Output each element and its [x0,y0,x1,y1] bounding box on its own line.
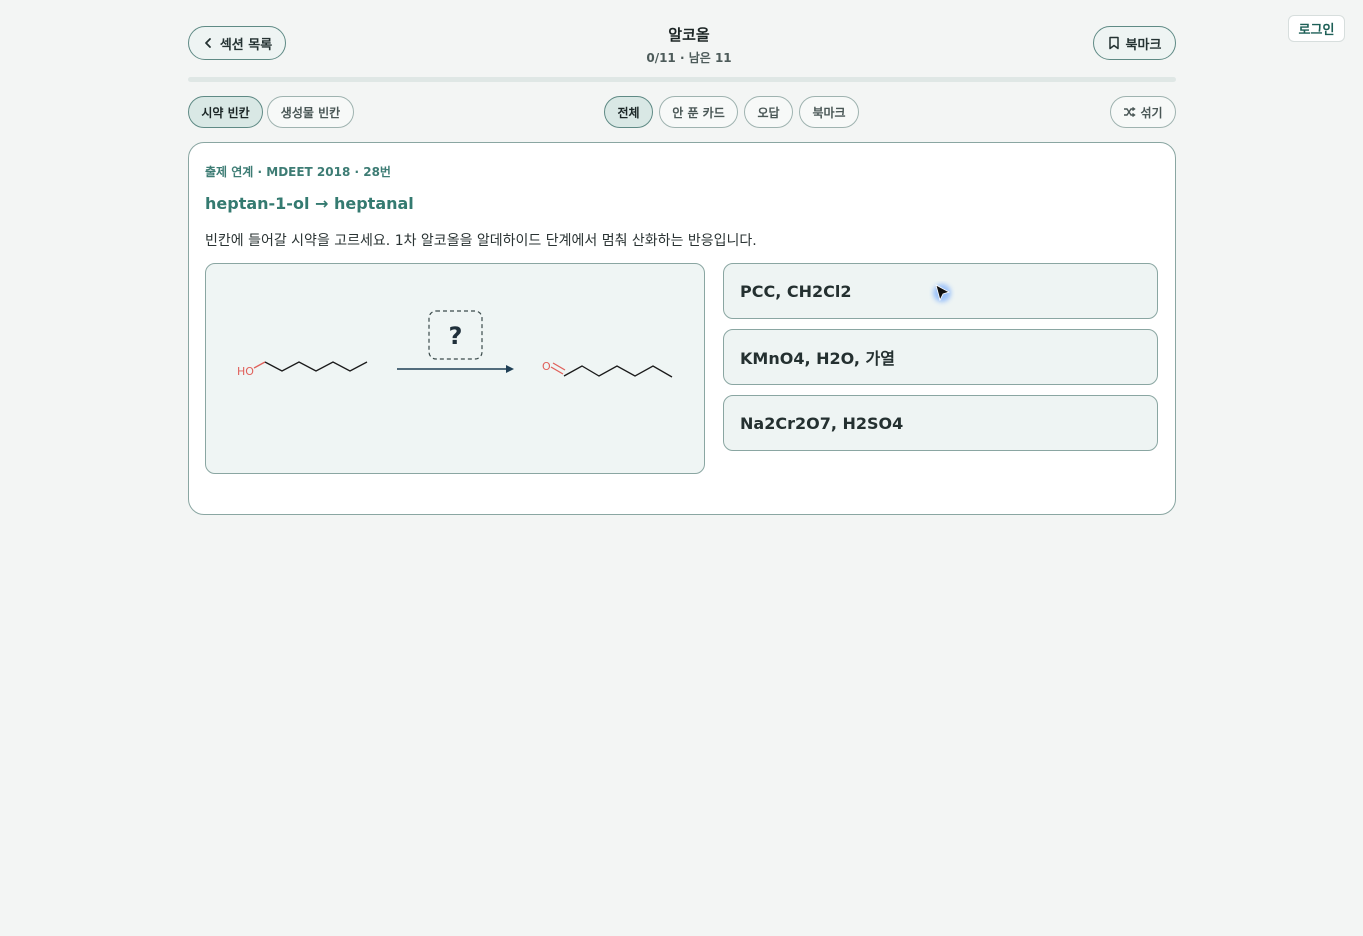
product-structure: O [542,360,673,378]
reaction-scheme: HO ? O [205,263,705,474]
placeholder-question-mark: ? [449,322,463,350]
product-carbonyl-label: O [542,360,551,373]
chevron-left-icon [204,38,211,48]
tab-reagent-blank[interactable]: 시약 빈칸 [188,96,263,128]
progress-text: 0/11 · 남은 11 [646,51,732,65]
back-to-sections-button[interactable]: 섹션 목록 [188,26,286,60]
reactant-structure: HO [237,361,368,378]
filter-all[interactable]: 전체 [604,96,653,128]
question-title: heptan-1-ol → heptanal [205,194,414,213]
back-button-label: 섹션 목록 [219,37,273,53]
login-button[interactable]: 로그인 [1288,15,1345,42]
question-instruction: 빈칸에 들어갈 시약을 고르세요. 1차 알코올을 알데하이드 단계에서 멈춰 … [205,233,757,249]
tab-product-blank[interactable]: 생성물 빈칸 [267,96,354,128]
progress-bar [188,77,1176,82]
shuffle-button[interactable]: 섞기 [1110,96,1176,128]
bookmark-icon [1108,36,1119,50]
mouse-cursor-icon [933,284,951,302]
reactant-hydroxyl-label: HO [237,365,254,378]
shuffle-label: 섞기 [1140,105,1163,120]
answer-option-3[interactable]: Na2Cr2O7, H2SO4 [723,395,1158,451]
title-block: 알코올 0/11 · 남은 11 [589,24,789,66]
answer-option-2[interactable]: KMnO4, H2O, 가열 [723,329,1158,385]
bookmark-button[interactable]: 북마크 [1093,26,1176,60]
filter-bookmark[interactable]: 북마크 [799,96,859,128]
page-title: 알코올 [668,26,710,44]
question-source: 출제 연계 · MDEET 2018 · 28번 [205,165,391,179]
reaction-scheme-drawing: HO ? O [237,310,673,378]
filter-wrong[interactable]: 오답 [744,96,793,128]
bookmark-button-label: 북마크 [1125,37,1162,53]
reaction-arrow-icon [397,365,514,373]
reagent-placeholder: ? [428,310,483,360]
shuffle-icon [1124,106,1137,118]
filter-unsolved[interactable]: 안 푼 카드 [659,96,738,128]
